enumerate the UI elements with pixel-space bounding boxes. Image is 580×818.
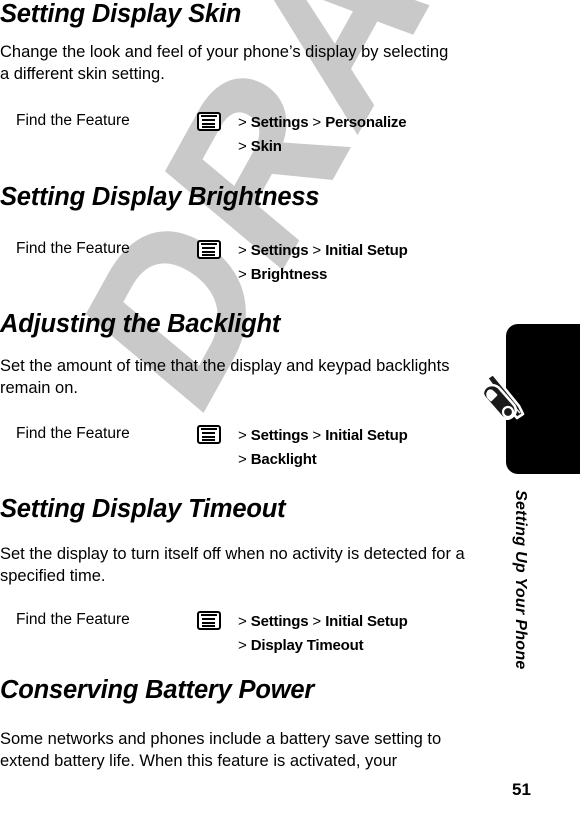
menu-path-backlight: > Settings > Initial Setup > Backlight bbox=[238, 424, 498, 472]
path-separator: > bbox=[238, 242, 247, 259]
menu-key-icon bbox=[197, 611, 221, 630]
content-column: Setting Display Skin Change the look and… bbox=[0, 0, 500, 818]
find-the-feature-row-skin: Find the Feature > Settings > Personaliz… bbox=[0, 112, 500, 170]
find-the-feature-row-backlight: Find the Feature > Settings > Initial Se… bbox=[0, 425, 500, 483]
path-separator: > bbox=[238, 266, 247, 283]
section-title-adjusting-the-backlight: Adjusting the Backlight bbox=[0, 310, 281, 338]
menu-path-line: > Skin bbox=[238, 135, 498, 159]
section-title-conserving-battery-power: Conserving Battery Power bbox=[0, 676, 315, 704]
menu-path-brightness: > Settings > Initial Setup > Brightness bbox=[238, 239, 498, 287]
path-separator: > bbox=[238, 427, 247, 444]
find-the-feature-label: Find the Feature bbox=[16, 240, 130, 257]
path-item-initial-setup: Initial Setup bbox=[325, 427, 408, 444]
page-number: 51 bbox=[512, 780, 531, 799]
path-separator: > bbox=[312, 114, 322, 131]
chapter-label: Setting Up Your Phone bbox=[505, 490, 535, 730]
path-separator: > bbox=[238, 138, 247, 155]
menu-key-icon bbox=[197, 240, 221, 259]
path-separator: > bbox=[238, 613, 247, 630]
path-separator: > bbox=[312, 242, 322, 259]
menu-path-line: > Display Timeout bbox=[238, 634, 498, 658]
path-item-settings: Settings bbox=[250, 613, 309, 630]
find-the-feature-label: Find the Feature bbox=[16, 425, 130, 442]
find-the-feature-label: Find the Feature bbox=[16, 112, 130, 129]
menu-path-line: > Settings > Initial Setup bbox=[238, 424, 498, 448]
menu-path-timeout: > Settings > Initial Setup > Display Tim… bbox=[238, 610, 498, 658]
chapter-label-text: Setting Up Your Phone bbox=[512, 490, 529, 670]
path-item-settings: Settings bbox=[250, 242, 309, 259]
menu-key-icon bbox=[197, 425, 221, 444]
section-body-setting-display-skin: Change the look and feel of your phone’s… bbox=[0, 43, 449, 83]
path-item-display-timeout: Display Timeout bbox=[250, 637, 364, 654]
path-item-brightness: Brightness bbox=[250, 266, 328, 283]
path-item-settings: Settings bbox=[250, 427, 309, 444]
section-title-setting-display-brightness: Setting Display Brightness bbox=[0, 183, 320, 211]
section-body-adjusting-the-backlight: Set the amount of time that the display … bbox=[0, 357, 450, 397]
path-item-initial-setup: Initial Setup bbox=[325, 613, 408, 630]
section-body-conserving-battery-power: Some networks and phones include a batte… bbox=[0, 730, 442, 770]
path-item-settings: Settings bbox=[250, 114, 309, 131]
menu-path-line: > Settings > Initial Setup bbox=[238, 610, 498, 634]
find-the-feature-row-brightness: Find the Feature > Settings > Initial Se… bbox=[0, 240, 500, 298]
manual-page: DRAFT Setting Display Skin Change the lo… bbox=[0, 0, 580, 818]
menu-path-line: > Settings > Initial Setup bbox=[238, 239, 498, 263]
path-item-skin: Skin bbox=[250, 138, 282, 155]
path-separator: > bbox=[238, 114, 247, 131]
section-title-setting-display-skin: Setting Display Skin bbox=[0, 0, 242, 28]
find-the-feature-row-timeout: Find the Feature > Settings > Initial Se… bbox=[0, 611, 500, 669]
path-item-initial-setup: Initial Setup bbox=[325, 242, 408, 259]
path-separator: > bbox=[238, 451, 247, 468]
find-the-feature-label: Find the Feature bbox=[16, 611, 130, 628]
path-separator: > bbox=[238, 637, 247, 654]
path-separator: > bbox=[312, 613, 322, 630]
menu-path-line: > Brightness bbox=[238, 263, 498, 287]
menu-key-icon bbox=[197, 112, 221, 131]
path-item-backlight: Backlight bbox=[250, 451, 317, 468]
menu-path-skin: > Settings > Personalize > Skin bbox=[238, 111, 498, 159]
menu-path-line: > Backlight bbox=[238, 448, 498, 472]
menu-path-line: > Settings > Personalize bbox=[238, 111, 498, 135]
wrench-screwdriver-icon bbox=[481, 372, 533, 428]
path-separator: > bbox=[312, 427, 322, 444]
section-title-setting-display-timeout: Setting Display Timeout bbox=[0, 495, 286, 523]
section-body-setting-display-timeout: Set the display to turn itself off when … bbox=[0, 545, 465, 585]
path-item-personalize: Personalize bbox=[325, 114, 407, 131]
